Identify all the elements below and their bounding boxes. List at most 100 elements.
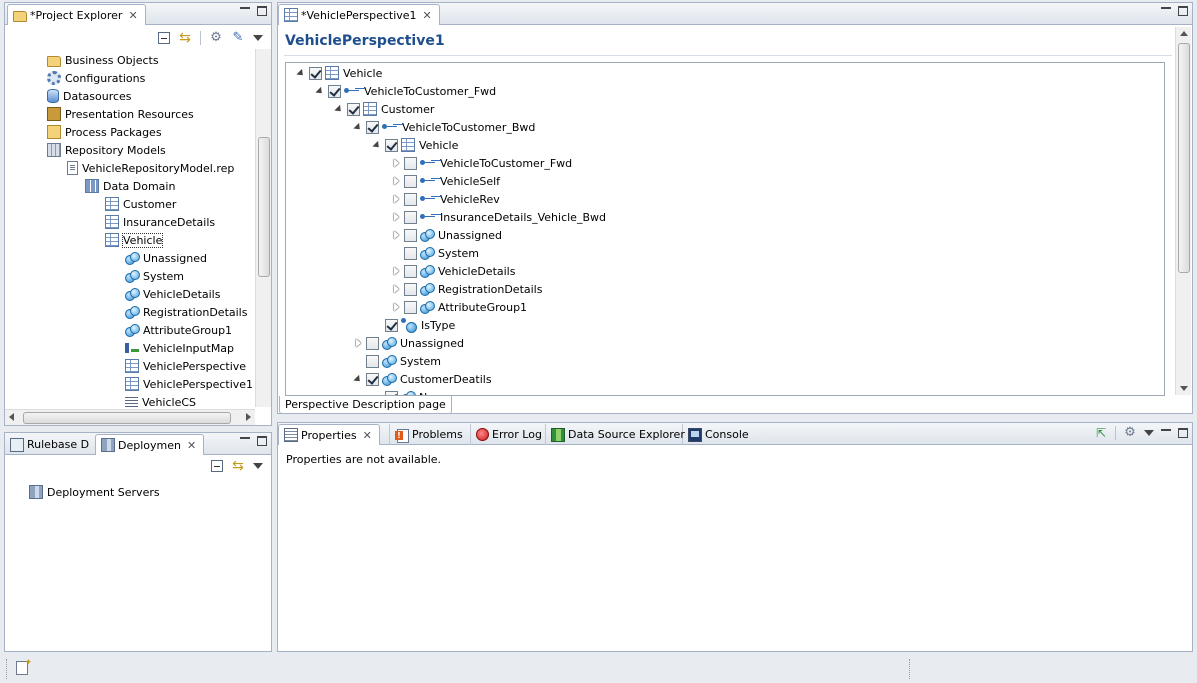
collapse-all-icon[interactable] bbox=[158, 32, 170, 44]
tree-item[interactable]: System bbox=[125, 267, 184, 285]
collapse-all-icon[interactable] bbox=[211, 460, 223, 472]
tree-item[interactable]: Configurations bbox=[47, 69, 145, 87]
collapse-icon[interactable] bbox=[353, 122, 363, 132]
tree-item[interactable]: Presentation Resources bbox=[47, 105, 194, 123]
view-menu-icon[interactable] bbox=[1144, 430, 1154, 436]
perspective-tree-item[interactable]: Vehicle bbox=[296, 64, 382, 82]
perspective-tree-item[interactable]: VehicleRev bbox=[391, 190, 500, 208]
scroll-thumb[interactable] bbox=[258, 137, 270, 277]
tab-data-source-explorer[interactable]: Data Source Explorer bbox=[545, 424, 694, 445]
pin-icon[interactable]: ✎ bbox=[231, 31, 245, 45]
tree-checkbox[interactable] bbox=[404, 264, 417, 278]
project-explorer-vscroll[interactable] bbox=[255, 49, 271, 407]
close-icon[interactable]: ✕ bbox=[421, 9, 434, 22]
tree-item[interactable]: RegistrationDetails bbox=[125, 303, 247, 321]
view-menu-icon[interactable] bbox=[253, 463, 263, 469]
view-menu-icon[interactable] bbox=[253, 35, 263, 41]
maximize-icon[interactable] bbox=[257, 6, 267, 16]
tree-checkbox[interactable] bbox=[404, 300, 417, 314]
perspective-tree-item[interactable]: IsType bbox=[372, 316, 455, 334]
expand-icon[interactable] bbox=[391, 158, 401, 168]
collapse-icon[interactable] bbox=[372, 140, 382, 150]
close-icon[interactable]: ✕ bbox=[185, 439, 198, 452]
perspective-tree-item[interactable]: CustomerDeatils bbox=[353, 370, 492, 388]
minimize-icon[interactable] bbox=[1161, 7, 1171, 9]
perspective-tree-item[interactable]: VehicleToCustomer_Fwd bbox=[315, 82, 496, 100]
perspective-tree-item[interactable]: Customer bbox=[334, 100, 434, 118]
tab-deployment[interactable]: Deploymen ✕ bbox=[95, 434, 205, 455]
minimize-icon[interactable] bbox=[240, 7, 250, 9]
minimize-icon[interactable] bbox=[1161, 429, 1171, 431]
expand-icon[interactable] bbox=[391, 194, 401, 204]
tree-checkbox[interactable] bbox=[366, 120, 379, 134]
expand-icon[interactable] bbox=[391, 302, 401, 312]
tab-properties[interactable]: Properties ✕ bbox=[278, 424, 380, 445]
tree-checkbox[interactable] bbox=[404, 174, 417, 188]
minimize-icon[interactable] bbox=[240, 437, 250, 439]
tree-checkbox[interactable] bbox=[385, 138, 398, 152]
scroll-thumb[interactable] bbox=[23, 412, 231, 424]
tree-checkbox[interactable] bbox=[404, 192, 417, 206]
tree-item[interactable]: Datasources bbox=[47, 87, 132, 105]
expand-icon[interactable] bbox=[391, 176, 401, 186]
perspective-tree-item[interactable]: Unassigned bbox=[353, 334, 464, 352]
tree-checkbox[interactable] bbox=[404, 282, 417, 296]
collapse-icon[interactable] bbox=[315, 86, 325, 96]
tab-problems[interactable]: Problems bbox=[389, 424, 472, 445]
tree-item[interactable]: Process Packages bbox=[47, 123, 162, 141]
link-with-editor-icon[interactable]: ⇆ bbox=[178, 31, 192, 45]
close-icon[interactable]: ✕ bbox=[126, 9, 139, 22]
tree-item[interactable]: Data Domain bbox=[85, 177, 175, 195]
scroll-up-icon[interactable] bbox=[1180, 31, 1188, 36]
filter-icon[interactable]: ⚙ bbox=[209, 31, 223, 45]
perspective-tree-item[interactable]: AttributeGroup1 bbox=[391, 298, 527, 316]
tree-checkbox[interactable] bbox=[404, 210, 417, 224]
project-explorer-hscroll[interactable] bbox=[5, 409, 255, 425]
expand-icon[interactable] bbox=[391, 230, 401, 240]
filter-icon[interactable]: ⚙ bbox=[1123, 426, 1137, 440]
tree-checkbox[interactable] bbox=[366, 372, 379, 386]
tree-item-deployment-servers[interactable]: Deployment Servers bbox=[29, 483, 160, 501]
link-with-editor-icon[interactable]: ⇆ bbox=[231, 459, 245, 473]
tree-item[interactable]: Unassigned bbox=[125, 249, 207, 267]
perspective-tree-item[interactable]: Unassigned bbox=[391, 226, 502, 244]
tab-vehicle-perspective1[interactable]: *VehiclePerspective1 ✕ bbox=[278, 4, 440, 25]
tree-item[interactable]: AttributeGroup1 bbox=[125, 321, 232, 339]
close-icon[interactable]: ✕ bbox=[361, 429, 374, 442]
tree-checkbox[interactable] bbox=[366, 336, 379, 350]
tab-error-log[interactable]: Error Log bbox=[470, 424, 551, 445]
tree-item[interactable]: Business Objects bbox=[47, 51, 159, 69]
perspective-tree-item[interactable]: System bbox=[353, 352, 441, 370]
tab-perspective-description[interactable]: Perspective Description page bbox=[279, 396, 452, 414]
scroll-down-icon[interactable] bbox=[1180, 386, 1188, 391]
tree-item[interactable]: VehiclePerspective1 bbox=[125, 375, 253, 393]
scroll-thumb[interactable] bbox=[1178, 43, 1190, 273]
tree-checkbox[interactable] bbox=[385, 390, 398, 395]
collapse-icon[interactable] bbox=[296, 68, 306, 78]
tree-checkbox[interactable] bbox=[404, 246, 417, 260]
expand-icon[interactable] bbox=[391, 284, 401, 294]
tree-item[interactable]: Vehicle bbox=[105, 231, 164, 249]
perspective-tree-item[interactable]: InsuranceDetails_Vehicle_Bwd bbox=[391, 208, 606, 226]
editor-vscroll[interactable] bbox=[1175, 27, 1191, 395]
pin-to-view-icon[interactable]: ⇱ bbox=[1094, 426, 1108, 440]
scroll-left-icon[interactable] bbox=[9, 413, 14, 421]
tree-item[interactable]: Repository Models bbox=[47, 141, 166, 159]
tree-checkbox[interactable] bbox=[366, 354, 379, 368]
tree-item[interactable]: InsuranceDetails bbox=[105, 213, 215, 231]
scroll-right-icon[interactable] bbox=[246, 413, 251, 421]
expand-icon[interactable] bbox=[391, 266, 401, 276]
perspective-tree-item[interactable]: Vehicle bbox=[372, 136, 458, 154]
tree-checkbox[interactable] bbox=[385, 318, 398, 332]
perspective-tree-item[interactable]: VehicleToCustomer_Bwd bbox=[353, 118, 535, 136]
perspective-tree-item[interactable]: VehicleDetails bbox=[391, 262, 515, 280]
tree-item[interactable]: VehicleRepositoryModel.rep bbox=[67, 159, 234, 177]
perspective-tree-item[interactable]: Name bbox=[372, 388, 451, 395]
tab-project-explorer[interactable]: *Project Explorer ✕ bbox=[7, 4, 146, 25]
perspective-tree-item[interactable]: VehicleSelf bbox=[391, 172, 500, 190]
tree-item[interactable]: VehicleInputMap bbox=[125, 339, 234, 357]
collapse-icon[interactable] bbox=[334, 104, 344, 114]
expand-icon[interactable] bbox=[391, 212, 401, 222]
tree-checkbox[interactable] bbox=[328, 84, 341, 98]
perspective-tree-item[interactable]: VehicleToCustomer_Fwd bbox=[391, 154, 572, 172]
